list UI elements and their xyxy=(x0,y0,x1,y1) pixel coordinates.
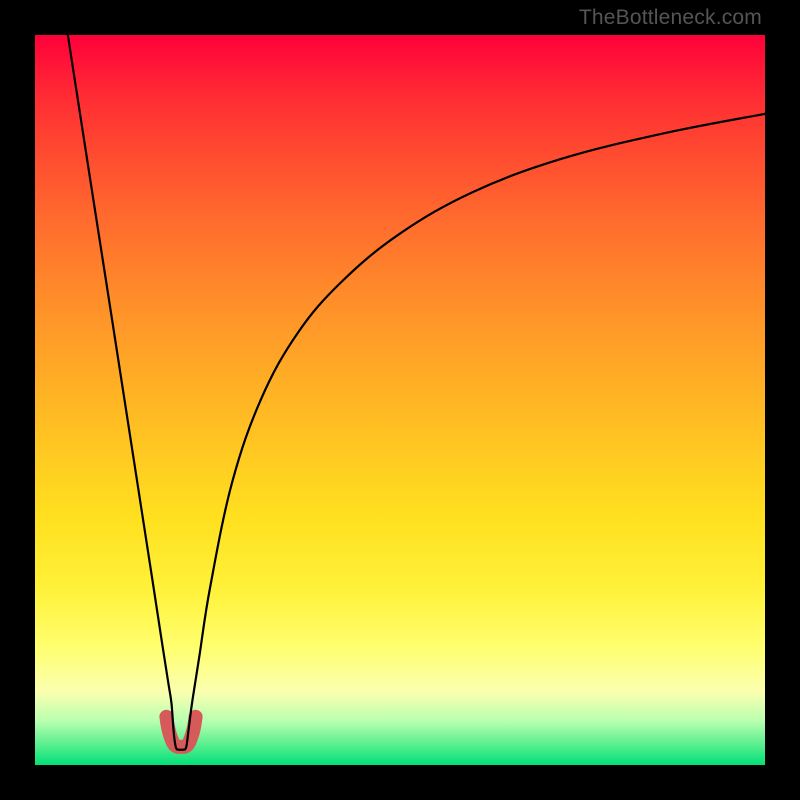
vertex-marker-path xyxy=(166,717,195,747)
bottleneck-curve-path xyxy=(68,35,765,750)
chart-frame: TheBottleneck.com xyxy=(0,0,800,800)
chart-svg xyxy=(35,35,765,765)
plot-area xyxy=(35,35,765,765)
watermark-text: TheBottleneck.com xyxy=(579,6,762,30)
